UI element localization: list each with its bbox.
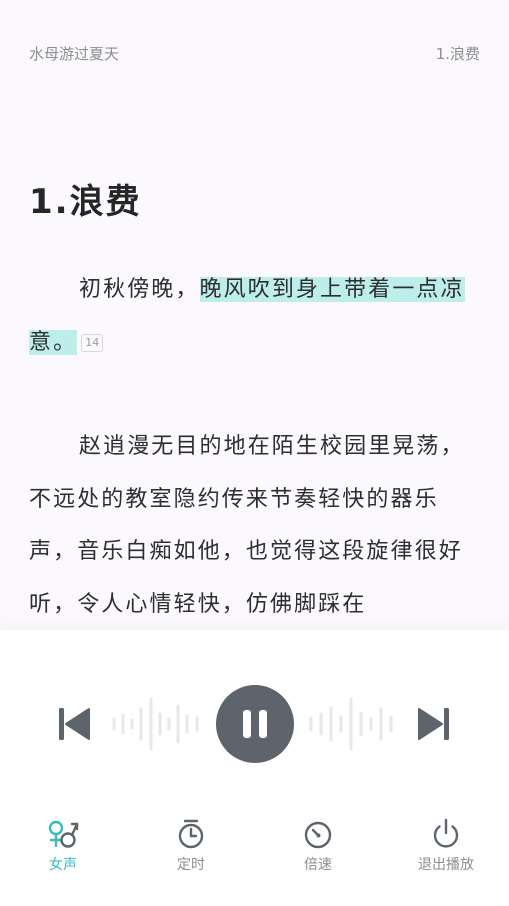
exit-playback-button[interactable]: 退出播放 xyxy=(401,818,491,878)
tts-highlight-line-1: 晚风吹到身上带着一点 xyxy=(199,277,441,302)
voice-label: 女声 xyxy=(49,857,77,873)
exit-playback-label: 退出播放 xyxy=(418,857,474,873)
skip-previous-icon xyxy=(59,708,90,740)
book-title: 水母游过夏天 xyxy=(29,44,120,63)
player-bottom-nav: 女声 定时 倍速 退出播放 xyxy=(0,818,509,878)
skip-next-icon xyxy=(418,708,449,740)
reader-header: 水母游过夏天 1.浪费 xyxy=(29,40,480,66)
paragraph-2[interactable]: 赵逍漫无目的地在陌生校园里晃荡，不远处的教室隐约传来节奏轻快的器乐声，音乐白痴如… xyxy=(29,421,481,631)
speed-button[interactable]: 倍速 xyxy=(273,818,363,878)
timer-icon xyxy=(178,819,204,849)
audio-waveform-right xyxy=(309,697,393,751)
paragraph-1[interactable]: 初秋傍晚，晚风吹到身上带着一点凉意。 14 xyxy=(29,264,481,369)
speed-label: 倍速 xyxy=(304,857,332,873)
audio-player-panel: 女声 定时 倍速 退出播放 xyxy=(0,630,509,906)
paragraph-comment-badge[interactable]: 14 xyxy=(81,333,104,352)
skip-previous-button[interactable] xyxy=(56,706,92,742)
reader-screen: 水母游过夏天 1.浪费 1.浪费 初秋傍晚，晚风吹到身上带着一点凉意。 14 赵逍… xyxy=(0,0,509,906)
skip-next-button[interactable] xyxy=(416,706,452,742)
paragraph-1-text: 初秋傍晚， xyxy=(79,277,200,302)
timer-label: 定时 xyxy=(177,857,205,873)
timer-button[interactable]: 定时 xyxy=(146,818,236,878)
chapter-title: 1.浪费 xyxy=(29,182,142,222)
female-male-voice-icon xyxy=(48,820,79,848)
voice-selector-button[interactable]: 女声 xyxy=(18,818,108,878)
speed-dial-icon xyxy=(304,821,332,849)
playback-controls xyxy=(0,683,509,765)
chapter-body: 初秋傍晚，晚风吹到身上带着一点凉意。 14 赵逍漫无目的地在陌生校园里晃荡，不远处… xyxy=(29,264,481,631)
audio-waveform-left xyxy=(112,697,199,751)
play-pause-button[interactable] xyxy=(216,685,294,763)
power-icon xyxy=(433,818,459,848)
chapter-label: 1.浪费 xyxy=(435,44,480,63)
